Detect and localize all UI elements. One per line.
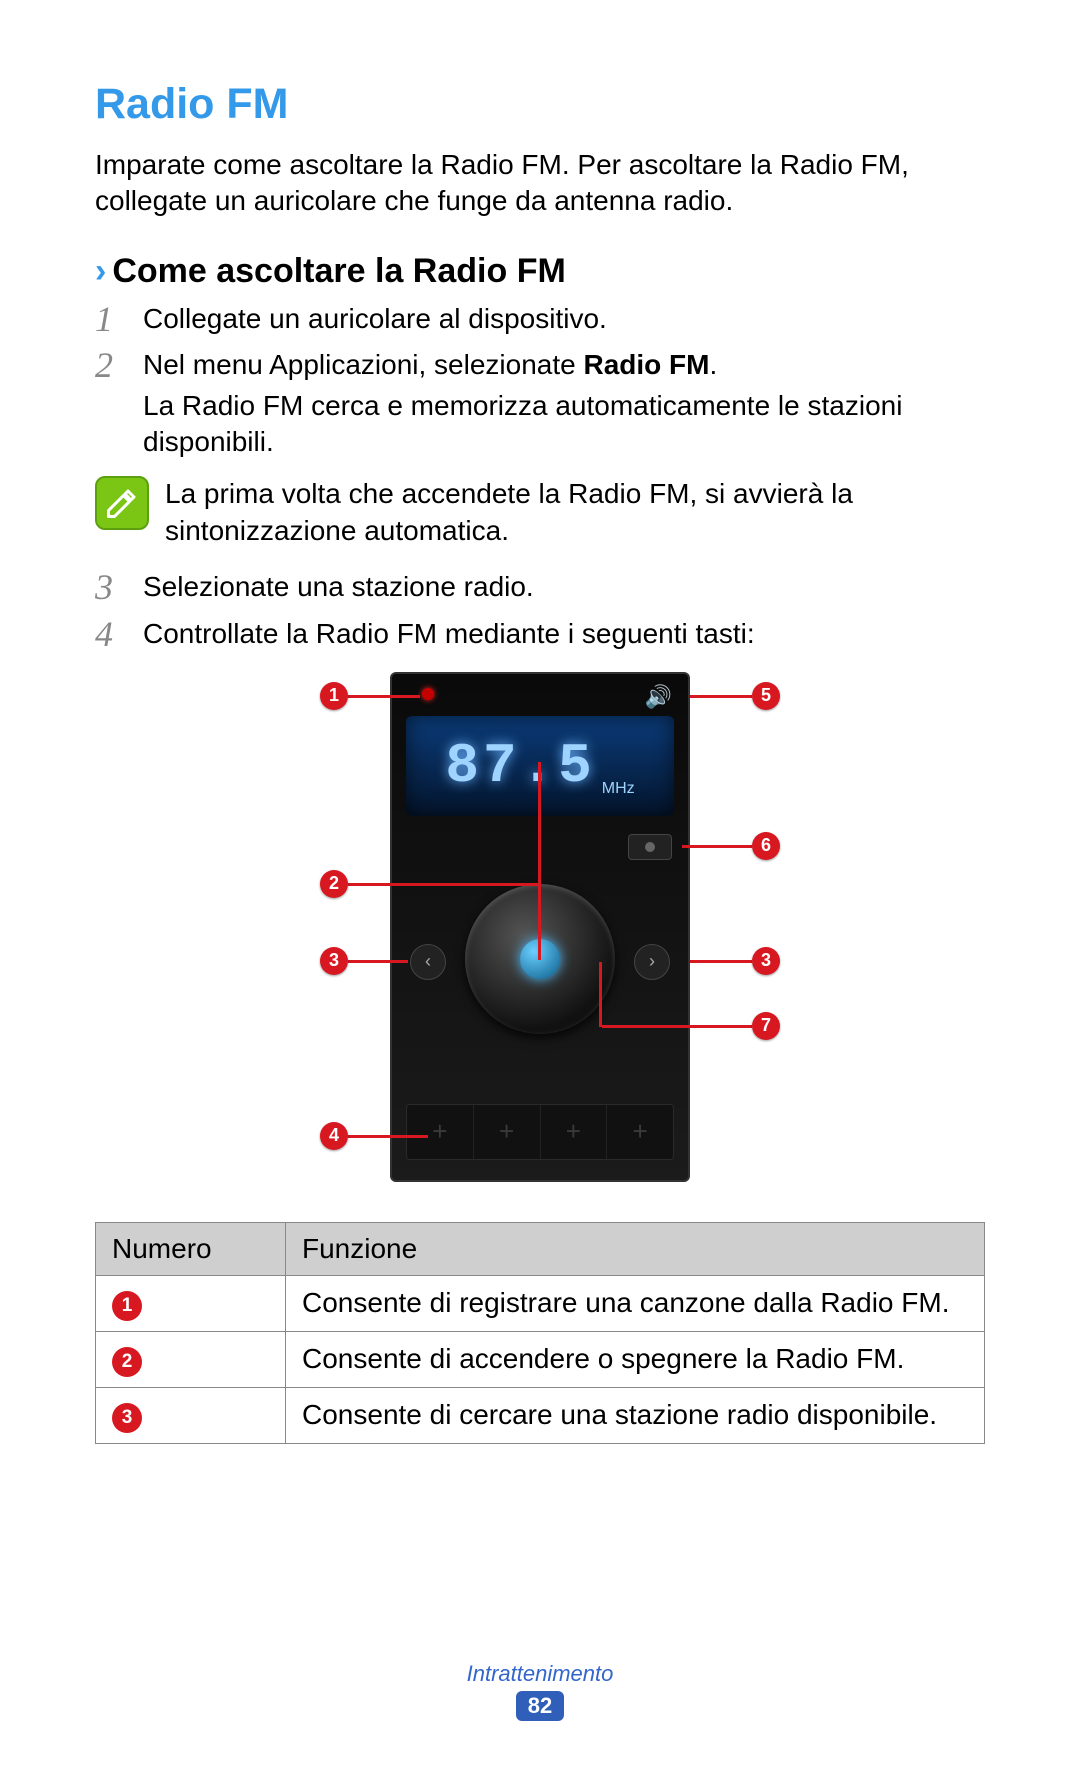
function-table: Numero Funzione 1 Consente di registrare…	[95, 1222, 985, 1444]
radio-figure: 1 2 3 4 5 6 3 7 🔊 87.5 MHz ‹	[95, 672, 985, 1192]
table-row: 3 Consente di cercare una stazione radio…	[96, 1387, 985, 1443]
frequency-unit: MHz	[602, 780, 635, 798]
callout-line	[348, 883, 466, 886]
section-heading: › Come ascoltare la Radio FM	[95, 252, 985, 291]
preset-bar: + + + +	[406, 1104, 674, 1160]
step-number: 4	[95, 616, 143, 652]
callout-line	[690, 695, 752, 698]
callout-line	[538, 762, 541, 960]
intro-text: Imparate come ascoltare la Radio FM. Per…	[95, 147, 985, 220]
step-number: 2	[95, 347, 143, 460]
step-text: Nel menu Applicazioni, selezionate Radio…	[143, 347, 985, 460]
step-3: 3 Selezionate una stazione radio.	[95, 569, 985, 605]
preset-slot: +	[474, 1105, 541, 1159]
step2-suffix: .	[709, 349, 717, 380]
record-led-icon	[422, 688, 434, 700]
callout-3-right: 3	[752, 947, 780, 975]
th-funzione: Funzione	[286, 1222, 985, 1275]
footer-page-number: 82	[516, 1691, 564, 1721]
callout-1: 1	[320, 682, 348, 710]
step2-sub: La Radio FM cerca e memorizza automatica…	[143, 388, 985, 461]
table-row: 2 Consente di accendere o spegnere la Ra…	[96, 1331, 985, 1387]
preset-slot: +	[541, 1105, 608, 1159]
callout-2: 2	[320, 870, 348, 898]
step-text: Controllate la Radio FM mediante i segue…	[143, 616, 985, 652]
row-badge-2: 2	[112, 1347, 142, 1377]
step-1: 1 Collegate un auricolare al dispositivo…	[95, 301, 985, 337]
step2-prefix: Nel menu Applicazioni, selezionate	[143, 349, 583, 380]
callout-line	[348, 1135, 428, 1138]
row-func-2: Consente di accendere o spegnere la Radi…	[286, 1331, 985, 1387]
row-func-1: Consente di registrare una canzone dalla…	[286, 1275, 985, 1331]
footer-section: Intrattenimento	[0, 1661, 1080, 1687]
seek-left-icon: ‹	[410, 944, 446, 980]
pencil-note-icon	[95, 476, 149, 530]
note-text: La prima volta che accendete la Radio FM…	[165, 476, 985, 549]
seek-right-icon: ›	[634, 944, 670, 980]
footer: Intrattenimento 82	[0, 1661, 1080, 1721]
preset-slot: +	[607, 1105, 673, 1159]
speaker-icon: 🔊	[645, 684, 672, 710]
chevron-icon: ›	[95, 252, 106, 291]
row-badge-1: 1	[112, 1291, 142, 1321]
step-4: 4 Controllate la Radio FM mediante i seg…	[95, 616, 985, 652]
callout-6: 6	[752, 832, 780, 860]
step-text: Selezionate una stazione radio.	[143, 569, 985, 605]
callout-4: 4	[320, 1122, 348, 1150]
page-title: Radio FM	[95, 80, 985, 129]
callout-line	[348, 960, 408, 963]
callout-line	[348, 695, 420, 698]
step-2: 2 Nel menu Applicazioni, selezionate Rad…	[95, 347, 985, 460]
callout-line	[682, 845, 752, 848]
step-number: 1	[95, 301, 143, 337]
row-badge-3: 3	[112, 1403, 142, 1433]
th-numero: Numero	[96, 1222, 286, 1275]
step-text: Collegate un auricolare al dispositivo.	[143, 301, 985, 337]
note: La prima volta che accendete la Radio FM…	[95, 476, 985, 549]
callout-line	[602, 1025, 752, 1028]
callout-3-left: 3	[320, 947, 348, 975]
step-number: 3	[95, 569, 143, 605]
callout-line	[599, 962, 602, 1027]
row-func-3: Consente di cercare una stazione radio d…	[286, 1387, 985, 1443]
step2-bold: Radio FM	[583, 349, 709, 380]
callout-line	[466, 883, 540, 886]
section-title: Come ascoltare la Radio FM	[112, 252, 565, 291]
frequency-value: 87.5	[445, 734, 595, 798]
table-row: 1 Consente di registrare una canzone dal…	[96, 1275, 985, 1331]
callout-line	[690, 960, 752, 963]
callout-5: 5	[752, 682, 780, 710]
preset-slot: +	[407, 1105, 474, 1159]
callout-7: 7	[752, 1012, 780, 1040]
